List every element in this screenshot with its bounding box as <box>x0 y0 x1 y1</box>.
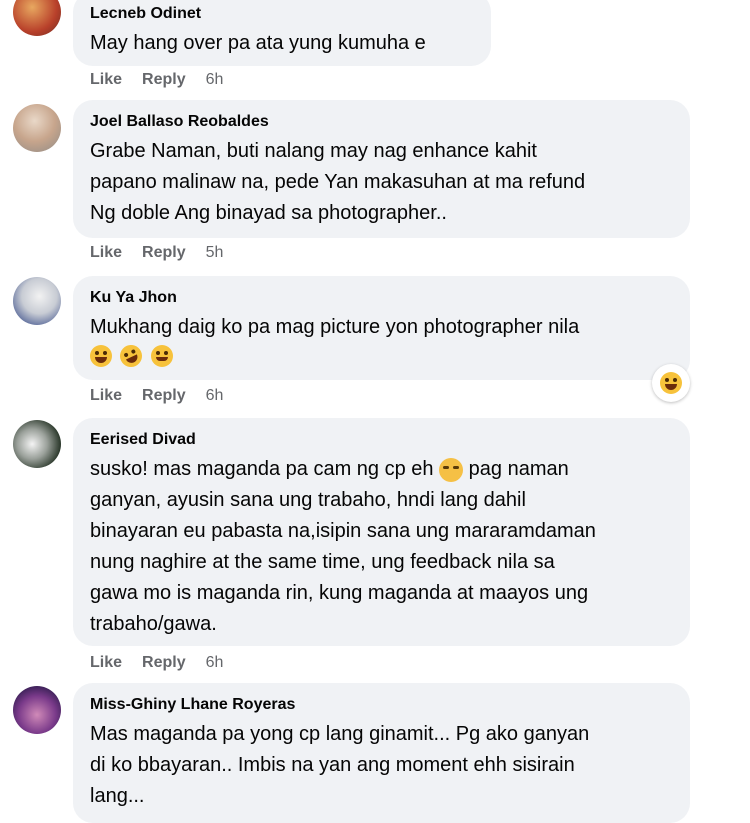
avatar[interactable] <box>13 420 61 468</box>
eye-roll-emoji-icon <box>439 457 464 482</box>
like-button[interactable]: Like <box>90 243 122 263</box>
comment-text: Mukhang daig ko pa mag picture yon photo… <box>90 316 580 338</box>
comment-timestamp[interactable]: 6h <box>206 386 224 406</box>
comment-bubble: Lecneb Odinet May hang over pa ata yung … <box>73 0 491 66</box>
comment-author[interactable]: Miss-Ghiny Lhane Royeras <box>90 695 670 715</box>
haha-reaction-icon <box>660 372 682 394</box>
comment-text-part: susko! mas maganda pa cam ng cp eh <box>90 458 434 480</box>
comment-bubble: Miss-Ghiny Lhane Royeras Mas maganda pa … <box>73 683 690 823</box>
comment-author[interactable]: Joel Ballaso Reobaldes <box>90 112 670 132</box>
comment-author[interactable]: Lecneb Odinet <box>90 4 471 24</box>
comment-actions: Like Reply 6h <box>90 386 223 406</box>
reply-button[interactable]: Reply <box>142 70 186 90</box>
like-button[interactable]: Like <box>90 653 122 673</box>
comment-text: susko! mas maganda pa cam ng cp eh pag n… <box>90 454 670 640</box>
grin-emoji-icon <box>150 345 173 367</box>
comment-bubble: Joel Ballaso Reobaldes Grabe Naman, buti… <box>73 100 690 238</box>
comment-actions: Like Reply 6h <box>90 70 223 90</box>
comment-author[interactable]: Ku Ya Jhon <box>90 288 670 308</box>
comment-author[interactable]: Eerised Divad <box>90 430 670 450</box>
comment-text-part: pag naman ganyan, ayusin sana ung trabah… <box>90 458 596 635</box>
comment-actions: Like Reply 6h <box>90 653 223 673</box>
comment-text: Mas maganda pa yong cp lang ginamit... P… <box>90 723 590 807</box>
avatar[interactable] <box>13 104 61 152</box>
like-button[interactable]: Like <box>90 386 122 406</box>
comment-timestamp[interactable]: 6h <box>206 653 224 673</box>
haha-reaction-badge[interactable] <box>652 364 690 402</box>
laughing-emoji-icon <box>90 345 112 367</box>
emoji-row <box>90 341 670 371</box>
comment-timestamp[interactable]: 5h <box>206 243 224 263</box>
avatar[interactable] <box>13 686 61 734</box>
rofl-emoji-icon <box>116 341 147 371</box>
comment-actions: Like Reply 5h <box>90 243 223 263</box>
comment-text: May hang over pa ata yung kumuha e <box>90 32 426 54</box>
comment-text: Grabe Naman, buti nalang may nag enhance… <box>90 140 586 224</box>
reply-button[interactable]: Reply <box>142 386 186 406</box>
like-button[interactable]: Like <box>90 70 122 90</box>
comment-bubble: Eerised Divad susko! mas maganda pa cam … <box>73 418 690 646</box>
comment-bubble: Ku Ya Jhon Mukhang daig ko pa mag pictur… <box>73 276 690 380</box>
reply-button[interactable]: Reply <box>142 243 186 263</box>
avatar[interactable] <box>13 277 61 325</box>
reply-button[interactable]: Reply <box>142 653 186 673</box>
comment-timestamp[interactable]: 6h <box>206 70 224 90</box>
avatar[interactable] <box>13 0 61 36</box>
